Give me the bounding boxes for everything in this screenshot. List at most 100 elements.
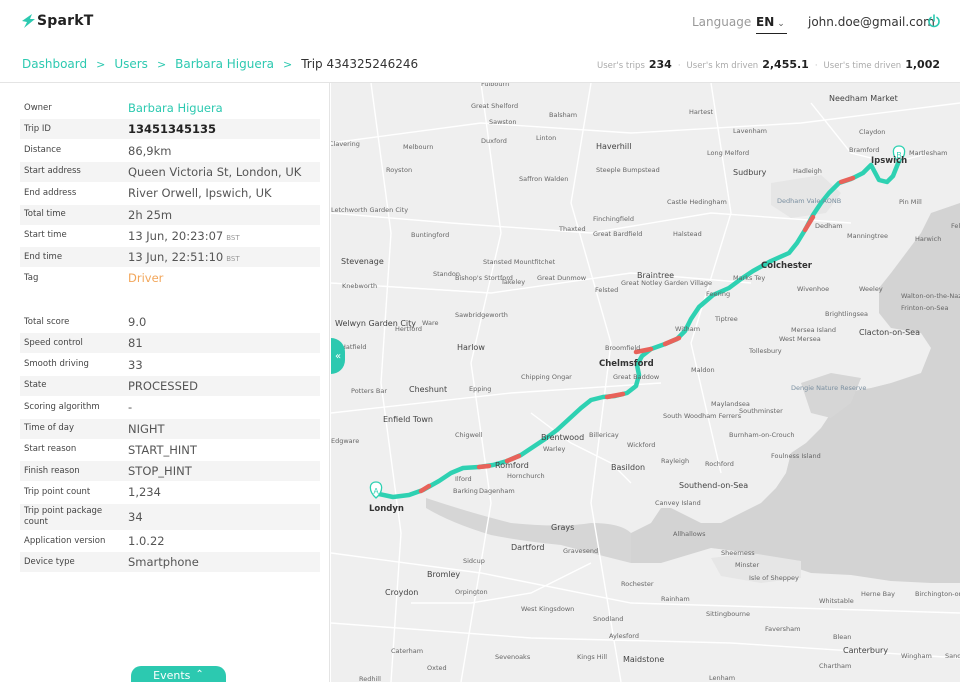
info-row: Start reason START_HINT	[20, 440, 320, 460]
info-value-text: River Orwell, Ipswich, UK	[128, 186, 272, 201]
map-place-label: Dedham Vale AONB	[777, 197, 842, 205]
chevron-down-icon: ⌄	[777, 19, 785, 29]
info-value: 86,9km	[128, 144, 171, 158]
map-place-label: Weeley	[859, 285, 883, 293]
map-place-label: Balsham	[549, 111, 578, 119]
breadcrumb: Dashboard > Users > Barbara Higuera > Tr…	[22, 57, 418, 71]
map-place-label: Rainham	[661, 595, 690, 603]
info-label: Smooth driving	[24, 359, 89, 370]
map-place-label: Oxted	[427, 664, 447, 672]
info-row: Total time 2h 25m	[20, 204, 320, 225]
info-value-text: START_HINT	[128, 442, 197, 457]
map-place-label: Harwich	[915, 235, 942, 243]
info-label: Start address	[24, 166, 81, 177]
info-row: Total score 9.0	[20, 312, 320, 332]
info-value: 13451345135	[128, 122, 216, 136]
map-place-label: Canvey Island	[655, 499, 701, 507]
language-value: EN	[756, 15, 775, 29]
logout-power-icon[interactable]	[927, 14, 941, 28]
map-place-label: Foulness Island	[771, 452, 821, 460]
speeding-segment	[476, 463, 492, 470]
map-place-label: Melbourn	[403, 143, 434, 151]
info-label: Distance	[24, 145, 62, 156]
breadcrumb-users[interactable]: Users	[114, 57, 148, 71]
info-label: Owner	[24, 102, 52, 113]
map-place-label: Sevenoaks	[495, 653, 531, 661]
info-row: Smooth driving 33	[20, 355, 320, 375]
info-value: River Orwell, Ipswich, UK	[128, 186, 272, 200]
map-place-label: Clavering	[331, 140, 360, 148]
map-place-label: Needham Market	[829, 94, 898, 103]
map-place-label: Rochester	[621, 580, 654, 588]
map-place-label: Bromley	[427, 570, 461, 579]
map-place-label: Orpington	[455, 588, 488, 596]
trip-map[interactable]: A B Fulbourn Great Shelford Balsham Hartest…	[331, 83, 960, 682]
language-label: Language	[692, 15, 752, 29]
map-place-label: West Kingsdown	[521, 605, 575, 613]
map-place-label: Halstead	[673, 230, 702, 238]
map-place-label: Fulbourn	[481, 83, 510, 88]
info-value-text: 1.0.22	[128, 534, 165, 548]
events-button[interactable]: Events ⌃	[131, 666, 226, 682]
info-value-text: 33	[128, 357, 143, 372]
breadcrumb-dashboard[interactable]: Dashboard	[22, 57, 87, 71]
info-value-text: 9.0	[128, 315, 147, 329]
info-row: Speed control 81	[20, 333, 320, 354]
breadcrumb-current-trip: Trip 434325246246	[301, 57, 419, 71]
top-bar: SparkT Language EN ⌄ john.doe@gmail.com	[0, 0, 960, 46]
map-place-label: Linton	[536, 134, 557, 142]
info-row: Scoring algorithm -	[20, 397, 320, 417]
map-place-label: Hornchurch	[507, 472, 545, 480]
map-place-label: Witham	[675, 325, 701, 333]
info-row: Finish reason STOP_HINT	[20, 461, 320, 482]
map-place-label: Potters Bar	[351, 387, 388, 395]
map-place-label: Southend-on-Sea	[679, 481, 749, 490]
map-place-label: Southminster	[739, 407, 783, 415]
speeding-segment	[418, 483, 432, 494]
info-label: Application version	[24, 535, 106, 546]
map-place-label: Saffron Walden	[519, 175, 569, 183]
map-place-label: Castle Hedingham	[667, 198, 727, 206]
map-place-label: Whitstable	[819, 597, 854, 605]
info-label: Total score	[24, 316, 70, 327]
map-place-label: Rayleigh	[661, 457, 690, 465]
info-value: STOP_HINT	[128, 464, 192, 478]
info-value-text: NIGHT	[128, 421, 165, 436]
app-logo[interactable]: SparkT	[20, 12, 94, 30]
map-place-label: Hertford	[395, 325, 423, 333]
map-place-label: Pin Mill	[899, 198, 922, 206]
speeding-segment	[604, 391, 626, 400]
info-value[interactable]: Barbara Higuera	[128, 101, 223, 115]
info-label: Tag	[24, 272, 39, 283]
map-place-label: Chartham	[819, 662, 852, 670]
map-place-label: Knebworth	[342, 282, 378, 290]
map-place-label: Walton-on-the-Naze	[901, 292, 960, 300]
info-value-text: Barbara Higuera	[128, 101, 223, 115]
breadcrumb-user[interactable]: Barbara Higuera	[175, 57, 274, 71]
info-label: Scoring algorithm	[24, 401, 100, 412]
map-place-label: Tiptree	[715, 315, 738, 323]
language-select[interactable]: EN ⌄	[756, 15, 787, 34]
info-value: Queen Victoria St, London, UK	[128, 165, 301, 179]
map-place-label: Dagenham	[479, 487, 515, 495]
map-place-label: Aylesford	[609, 632, 639, 640]
map-place-label: Basildon	[611, 463, 646, 472]
user-email[interactable]: john.doe@gmail.com	[808, 15, 935, 29]
info-value-text: Driver	[128, 271, 164, 286]
map-place-label: Wivenhoe	[797, 285, 830, 293]
info-label: Finish reason	[24, 465, 80, 476]
map-place-label: Warley	[543, 445, 566, 453]
map-place-label: Maidstone	[623, 655, 665, 664]
app-name: SparkT	[37, 13, 94, 29]
info-row: End address River Orwell, Ipswich, UK	[20, 183, 320, 203]
info-value-text: 13 Jun, 20:23:07	[128, 228, 224, 243]
breadcrumb-separator-icon: >	[283, 57, 293, 71]
map-place-label: Londyn	[369, 504, 404, 514]
map-place-label: Royston	[386, 166, 413, 174]
map-place-label: Chigwell	[455, 431, 483, 439]
info-value: 9.0	[128, 315, 146, 329]
map-place-label: West Mersea	[779, 335, 821, 343]
map-place-label: Hadleigh	[793, 167, 822, 175]
info-row: State PROCESSED	[20, 375, 320, 396]
info-value: Smartphone	[128, 555, 199, 569]
